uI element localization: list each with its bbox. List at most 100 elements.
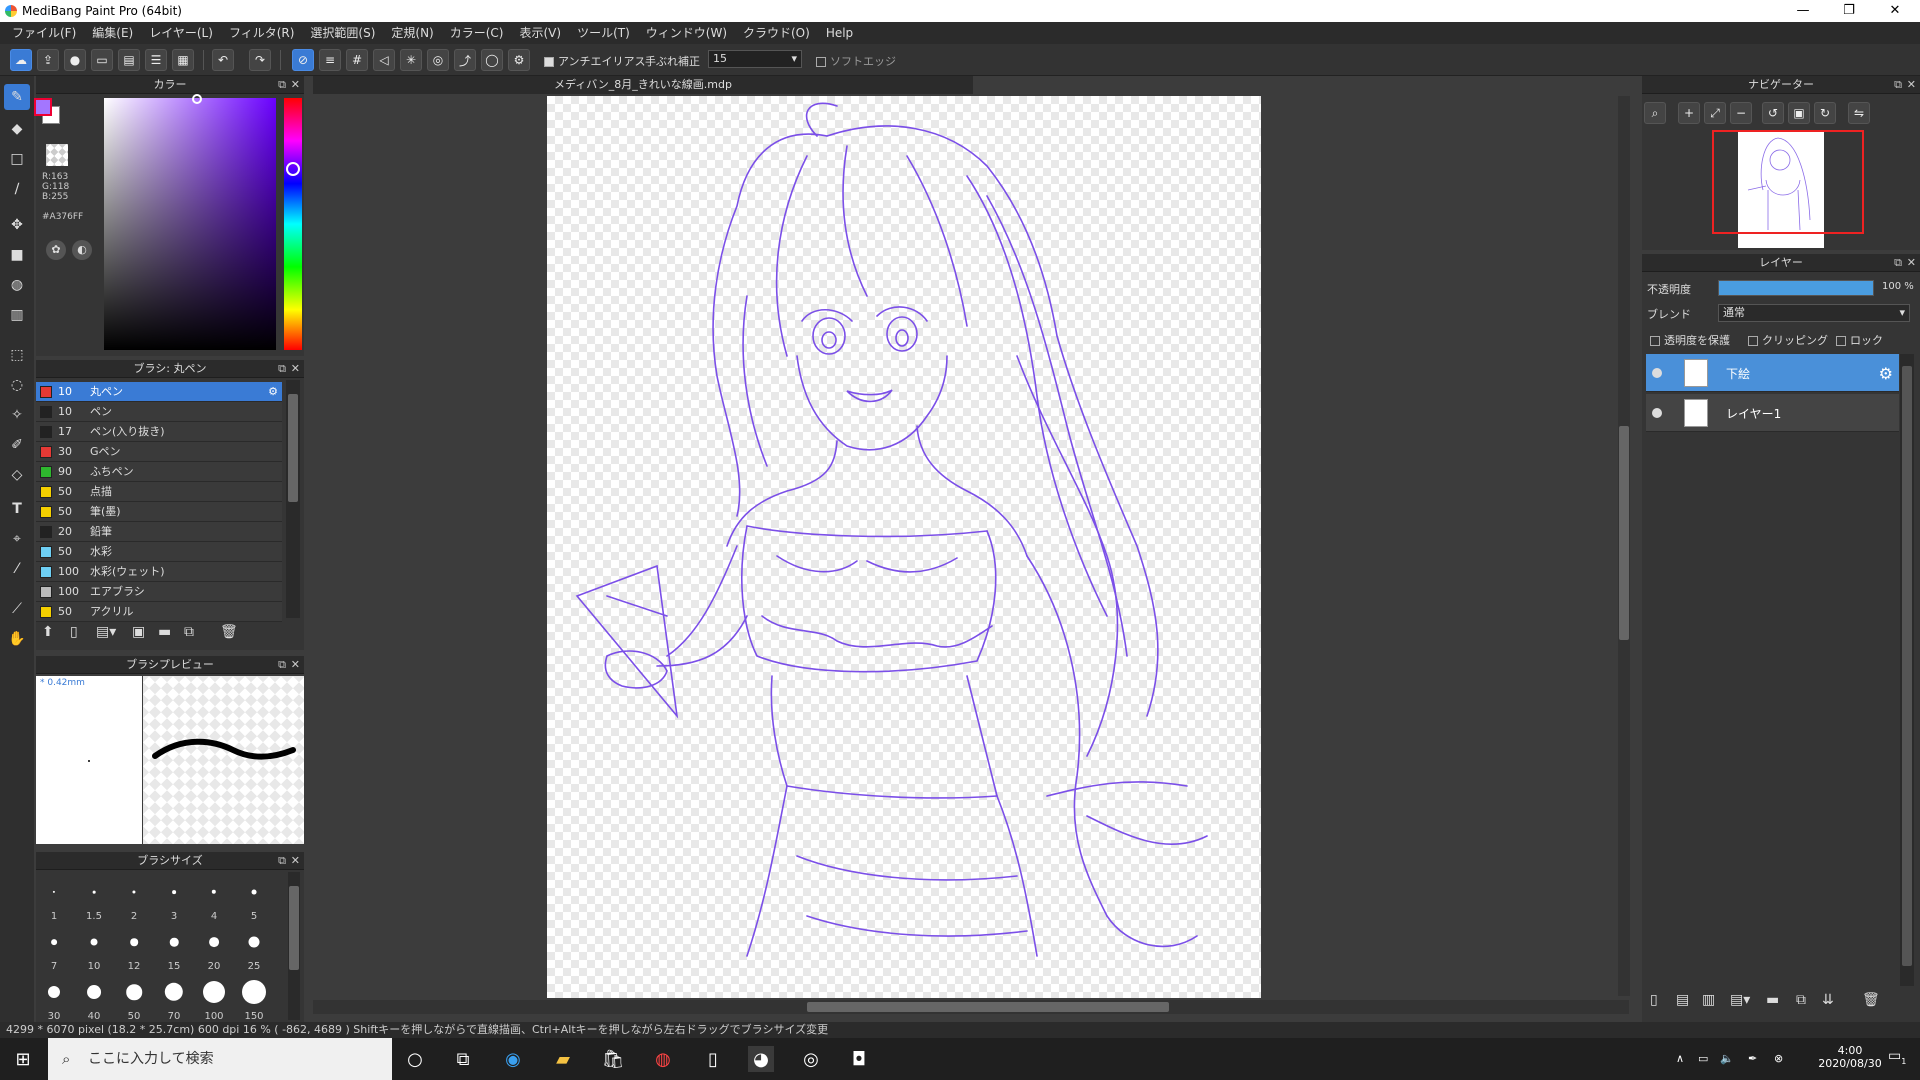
store-icon[interactable]: 🛍 xyxy=(600,1046,626,1072)
new-halftone-layer-icon[interactable]: ▤ xyxy=(1676,992,1689,1008)
rotate-left-icon[interactable]: ↺ xyxy=(1762,102,1784,124)
close-icon[interactable]: ✕ xyxy=(1907,76,1916,94)
operation-tool-icon[interactable]: ⌖ xyxy=(4,526,30,552)
app-icon-swirl[interactable]: ◎ xyxy=(798,1046,824,1072)
antialias-check-icon[interactable] xyxy=(544,57,554,67)
transparent-color-swatch[interactable] xyxy=(46,144,68,166)
new-8bit-layer-icon[interactable]: ▥ xyxy=(1702,992,1715,1008)
shape-tool-icon[interactable]: □ xyxy=(4,146,30,172)
visibility-eye-icon[interactable] xyxy=(1652,368,1662,378)
windows-start-icon[interactable]: ⊞ xyxy=(10,1046,36,1072)
brush-size-option[interactable]: 30 xyxy=(34,972,74,1022)
reset-view-icon[interactable]: ▣ xyxy=(1788,102,1810,124)
duplicate-icon[interactable]: ⧉ xyxy=(184,624,194,640)
stabilizer-select[interactable]: 15 ▾ xyxy=(708,50,802,68)
lasso-tool-icon[interactable]: ◌ xyxy=(4,372,30,398)
canvas-paper[interactable] xyxy=(547,96,1261,998)
select-pen-icon[interactable]: ✐ xyxy=(4,432,30,458)
duplicate-layer-icon[interactable]: ⧉ xyxy=(1796,992,1806,1008)
blend-select[interactable]: 通常 ▾ xyxy=(1718,304,1910,322)
notepad-icon[interactable]: ▯ xyxy=(700,1046,726,1072)
close-icon[interactable]: ✕ xyxy=(291,852,300,870)
brush-size-option[interactable]: 1 xyxy=(34,872,74,922)
popout-icon[interactable]: ⧉ xyxy=(278,656,286,674)
edge-browser-icon[interactable]: ◉ xyxy=(500,1046,526,1072)
layer-row-layer1[interactable]: レイヤー1 xyxy=(1646,394,1899,432)
brush-size-option[interactable]: 20 xyxy=(194,922,234,972)
pen-icon[interactable]: ✒ xyxy=(1748,1052,1757,1065)
list-icon[interactable]: ☰ xyxy=(145,49,167,71)
bucket-tool-icon[interactable]: ◍ xyxy=(4,272,30,298)
share-icon[interactable]: ⇪ xyxy=(37,49,59,71)
minimize-button[interactable]: — xyxy=(1780,0,1826,22)
brush-size-option[interactable]: 25 xyxy=(234,922,274,972)
brush-size-option[interactable]: 1.5 xyxy=(74,872,114,922)
color-history-icon[interactable]: ◐ xyxy=(72,240,92,260)
flip-horizontal-icon[interactable]: ⇋ xyxy=(1848,102,1870,124)
hue-cursor[interactable] xyxy=(286,162,300,176)
layer-row-shitae[interactable]: 下絵 ⚙ xyxy=(1646,354,1899,392)
notification-icon[interactable]: ▭1 xyxy=(1888,1048,1906,1066)
palette-icon[interactable]: ✿ xyxy=(46,240,66,260)
eraser-tool-icon[interactable]: ◆ xyxy=(4,116,30,142)
fill-rect-tool-icon[interactable]: ■ xyxy=(4,242,30,268)
layer-settings-gear-icon[interactable]: ⚙ xyxy=(1879,364,1893,383)
document-tab[interactable]: メディバン_8月_きれいな線画.mdp xyxy=(313,76,973,94)
antialias-checkbox[interactable]: アンチエイリアス xyxy=(544,53,646,69)
close-icon[interactable]: ✕ xyxy=(1907,254,1916,272)
brush-size-option[interactable]: 12 xyxy=(114,922,154,972)
brush-size-option[interactable]: 10 xyxy=(74,922,114,972)
brush-item[interactable]: 10 丸ペン ⚙ xyxy=(36,382,282,402)
brush-size-option[interactable]: 40 xyxy=(74,972,114,1022)
select-tool-icon[interactable]: ⬚ xyxy=(4,342,30,368)
brush-size-scrollbar[interactable] xyxy=(288,872,300,1020)
vanish-snap-icon[interactable]: ◁ xyxy=(373,49,395,71)
menu-help[interactable]: Help xyxy=(818,22,861,44)
select-eraser-icon[interactable]: ◇ xyxy=(4,462,30,488)
tray-chevron-up-icon[interactable]: ∧ xyxy=(1676,1052,1684,1065)
zoom-in-icon[interactable]: + xyxy=(1678,102,1700,124)
protect-alpha-checkbox[interactable]: 透明度を保護 xyxy=(1650,332,1730,348)
popout-icon[interactable]: ⧉ xyxy=(1894,254,1902,272)
sv-cursor[interactable] xyxy=(192,94,202,104)
cloud-icon[interactable]: ☁ xyxy=(10,49,32,71)
brush-item[interactable]: 10 ペン xyxy=(36,402,282,422)
menu-file[interactable]: ファイル(F) xyxy=(4,22,84,44)
menu-select[interactable]: 選択範囲(S) xyxy=(302,22,383,44)
undo-icon[interactable]: ↶ xyxy=(212,49,234,71)
softedge-check-icon[interactable] xyxy=(816,57,826,67)
add-brush-icon[interactable]: ▤▾ xyxy=(96,624,116,640)
ellipse-snap-icon[interactable]: ◯ xyxy=(481,49,503,71)
lock-check-icon[interactable] xyxy=(1836,336,1846,346)
fit-screen-icon[interactable]: ⤢ xyxy=(1704,102,1726,124)
opacity-slider[interactable] xyxy=(1718,280,1874,296)
curve-snap-icon[interactable]: ⤴ xyxy=(454,49,476,71)
new-brush-icon[interactable]: ▯ xyxy=(70,624,78,640)
rotate-right-icon[interactable]: ↻ xyxy=(1814,102,1836,124)
clipping-checkbox[interactable]: クリッピング xyxy=(1748,332,1828,348)
brush-size-option[interactable]: 5 xyxy=(234,872,274,922)
scrollbar-thumb[interactable] xyxy=(288,394,298,502)
menu-view[interactable]: 表示(V) xyxy=(511,22,569,44)
popout-icon[interactable]: ⧉ xyxy=(278,852,286,870)
brush-item[interactable]: 20 鉛筆 xyxy=(36,522,282,542)
brush-size-option[interactable]: 4 xyxy=(194,872,234,922)
settings-snap-icon[interactable]: ⚙ xyxy=(508,49,530,71)
medibang-taskbar-icon[interactable]: ◕ xyxy=(748,1046,774,1072)
cross-snap-icon[interactable]: # xyxy=(346,49,368,71)
brush-size-option[interactable]: 50 xyxy=(114,972,154,1022)
softedge-checkbox[interactable]: ソフトエッジ xyxy=(816,53,896,69)
saturation-value-picker[interactable] xyxy=(104,98,276,350)
popout-icon[interactable]: ⧉ xyxy=(278,360,286,378)
circle-snap-icon[interactable]: ◎ xyxy=(427,49,449,71)
redo-icon[interactable]: ↷ xyxy=(249,49,271,71)
foreground-color-swatch[interactable] xyxy=(34,98,52,116)
menu-window[interactable]: ウィンドウ(W) xyxy=(638,22,735,44)
app-icon-bubble[interactable]: ◘ xyxy=(846,1046,872,1072)
zoom-fit-icon[interactable]: ⌕ xyxy=(1644,102,1666,124)
brush-settings-icon[interactable]: ▣ xyxy=(132,624,145,640)
text-tool-icon[interactable]: T xyxy=(4,496,30,522)
brush-size-option[interactable]: 3 xyxy=(154,872,194,922)
new-layer-icon[interactable]: ▯ xyxy=(1650,992,1658,1008)
task-view-icon[interactable]: ⧉ xyxy=(450,1046,476,1072)
